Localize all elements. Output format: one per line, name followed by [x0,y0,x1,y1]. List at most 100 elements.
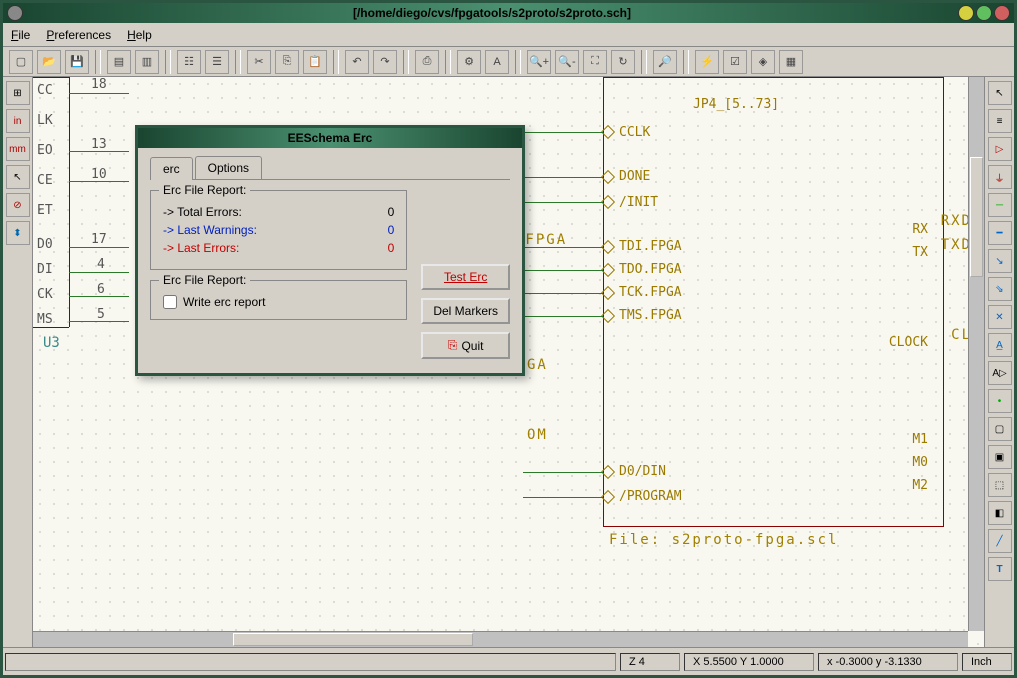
hidden-pins-button[interactable]: ⊘ [6,193,30,217]
save-button[interactable]: 💾 [65,50,89,74]
test-erc-button[interactable]: Test Erc [421,264,510,290]
hier-pin-rx: RX [912,222,928,237]
erc-dialog-title: EESchema Erc [142,131,518,145]
find-button[interactable]: 🔎 [653,50,677,74]
label-total-errors: -> Total Errors: [163,205,242,219]
menubar: File Preferences Help [3,23,1014,47]
grid-button[interactable]: ⊞ [6,81,30,105]
open-button[interactable]: 📂 [37,50,61,74]
place-noconn-tool[interactable]: ✕ [988,305,1012,329]
place-wire2bus-tool[interactable]: ↘ [988,249,1012,273]
erc-write-group: Erc File Report: Write erc report [150,280,407,320]
hierarchy-button[interactable]: ☷ [177,50,201,74]
bus-dir-button[interactable]: ⬍ [6,221,30,245]
main-titlebar[interactable]: [/home/diego/cvs/fpgatools/s2proto/s2pro… [3,3,1014,23]
hier-pin-done: DONE [619,169,650,184]
del-markers-button[interactable]: Del Markers [421,298,510,324]
menu-help[interactable]: Help [127,28,152,42]
highlight-tool[interactable]: ≡ [988,109,1012,133]
place-sheet-tool[interactable]: ▣ [988,445,1012,469]
exit-icon: ⎘ [448,338,458,353]
select-tool[interactable]: ↖ [988,81,1012,105]
net-ga-partial: GA [527,357,548,373]
hier-pin-m0: M0 [912,455,928,470]
place-globlabel-tool[interactable]: A▷ [988,361,1012,385]
zoom-out-button[interactable]: 🔍- [555,50,579,74]
paste-button[interactable]: 📋 [303,50,327,74]
main-toolbar: ▢ 📂 💾 ▤ ▥ ☷ ☰ ✂ ⎘ 📋 ↶ ↷ ⎙ ⚙ A 🔍+ 🔍- ⛶ ↻ … [3,47,1014,77]
window-title: [/home/diego/cvs/fpgatools/s2proto/s2pro… [26,6,958,20]
menu-file[interactable]: File [11,28,30,42]
erc-report-group: Erc File Report: -> Total Errors: 0 -> L… [150,190,407,270]
erc-dialog: EESchema Erc erc Options Erc File Report… [135,125,525,376]
new-button[interactable]: ▢ [9,50,33,74]
sheet-file-label: File: s2proto-fpga.scl [609,532,838,548]
maximize-icon[interactable] [976,5,992,21]
place-bus-tool[interactable]: ━ [988,221,1012,245]
place-component-tool[interactable]: ▷ [988,137,1012,161]
pin-label-lk: LK [37,113,53,128]
place-bus2bus-tool[interactable]: ⇘ [988,277,1012,301]
net-om-partial: OM [527,427,548,443]
cvpcb-button[interactable]: ◈ [751,50,775,74]
hier-pin-tms: TMS.FPGA [619,308,682,323]
pin-label-d0: D0 [37,237,53,252]
minimize-icon[interactable] [958,5,974,21]
pin-label-et: ET [37,203,53,218]
zoom-redraw-button[interactable]: ↻ [611,50,635,74]
print-button[interactable]: ⎙ [415,50,439,74]
annotate-button[interactable]: A [485,50,509,74]
place-sheet-pin-tool[interactable]: ◧ [988,501,1012,525]
close-icon[interactable] [994,5,1010,21]
place-wire-tool[interactable]: ─ [988,193,1012,217]
cut-button[interactable]: ✂ [247,50,271,74]
zoom-fit-button[interactable]: ⛶ [583,50,607,74]
units-mm-button[interactable]: mm [6,137,30,161]
pin-num-17: 17 [91,232,107,247]
import-sheet-pin-tool[interactable]: ⬚ [988,473,1012,497]
menu-preferences[interactable]: Preferences [46,28,111,42]
sheet-button[interactable]: ▤ [107,50,131,74]
cursor-shape-button[interactable]: ↖ [6,165,30,189]
statusbar: Z 4 X 5.5500 Y 1.0000 x -0.3000 y -3.133… [3,647,1014,675]
pcb-button[interactable]: ▦ [779,50,803,74]
right-toolbar: ↖ ≡ ▷ ⏚ ─ ━ ↘ ⇘ ✕ A̲ A▷ • ▢ ▣ ⬚ ◧ ╱ T [984,77,1014,647]
place-line-tool[interactable]: ╱ [988,529,1012,553]
undo-button[interactable]: ↶ [345,50,369,74]
status-zoom: Z 4 [620,653,680,671]
hier-pin-tck: TCK.FPGA [619,285,682,300]
pin-num-13: 13 [91,137,107,152]
place-hier-label-tool[interactable]: ▢ [988,417,1012,441]
vertical-scrollbar[interactable] [968,77,984,631]
place-text-tool[interactable]: T [988,557,1012,581]
quit-button[interactable]: ⎘ Quit [421,332,510,359]
erc-dialog-titlebar[interactable]: EESchema Erc [138,128,522,148]
horizontal-scrollbar[interactable] [33,631,968,647]
erc-button[interactable]: ⚡ [695,50,719,74]
zoom-in-button[interactable]: 🔍+ [527,50,551,74]
tab-options[interactable]: Options [195,156,262,179]
value-total-errors: 0 [374,205,394,219]
sys-menu-icon[interactable] [7,5,23,21]
place-power-tool[interactable]: ⏚ [988,165,1012,189]
write-erc-checkbox[interactable] [163,295,177,309]
tab-erc[interactable]: erc [150,157,193,180]
left-toolbar: ⊞ in mm ↖ ⊘ ⬍ [3,77,33,647]
tree-button[interactable]: ☰ [205,50,229,74]
pin-label-ce: CE [37,173,53,188]
place-junction-tool[interactable]: • [988,389,1012,413]
redo-button[interactable]: ↷ [373,50,397,74]
pin-num-18: 18 [91,77,107,92]
netlist-button[interactable]: ⚙ [457,50,481,74]
value-last-errors: 0 [374,241,394,255]
status-unit: Inch [962,653,1012,671]
hier-pin-d0din: D0/DIN [619,464,666,479]
lib-button[interactable]: ▥ [135,50,159,74]
hier-sheet-fpga[interactable] [603,77,944,527]
refdes-u3: U3 [43,335,60,351]
place-netlabel-tool[interactable]: A̲ [988,333,1012,357]
pin-num-10: 10 [91,167,107,182]
units-in-button[interactable]: in [6,109,30,133]
copy-button[interactable]: ⎘ [275,50,299,74]
bom-button[interactable]: ☑ [723,50,747,74]
